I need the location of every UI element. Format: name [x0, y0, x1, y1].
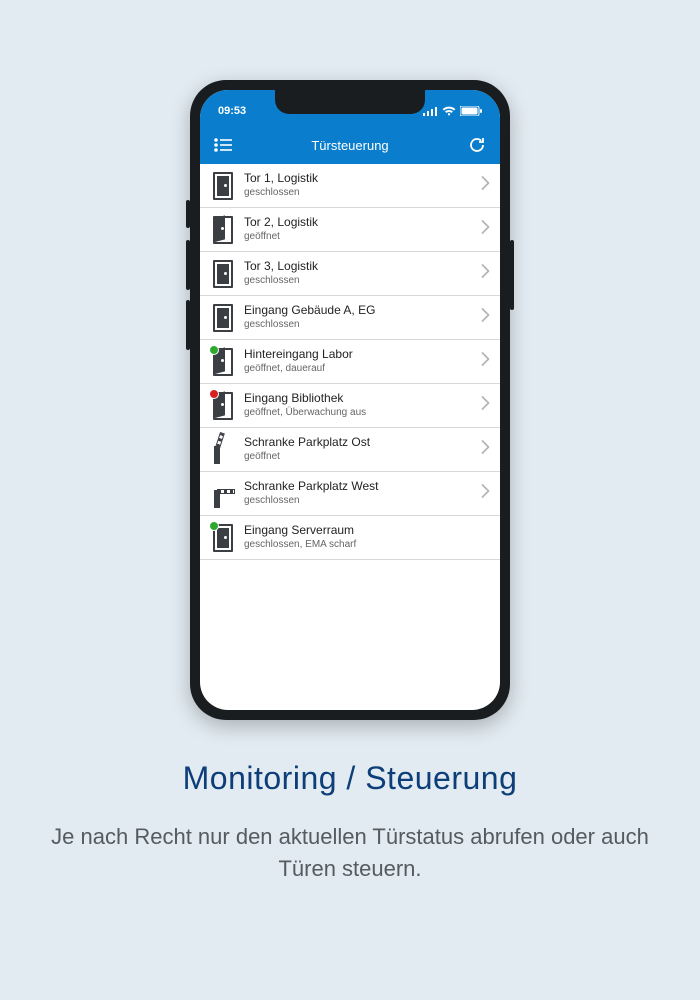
phone-side-button — [186, 300, 190, 350]
chevron-right-icon — [481, 484, 490, 503]
door-status: geschlossen — [244, 495, 477, 507]
door-status: geöffnet, dauerauf — [244, 363, 477, 375]
door-status: geschlossen, EMA scharf — [244, 539, 490, 551]
door-status: geschlossen — [244, 187, 477, 199]
chevron-right-icon — [481, 176, 490, 195]
door-title: Eingang Serverraum — [244, 524, 490, 538]
phone-side-button — [186, 200, 190, 228]
door-title: Tor 3, Logistik — [244, 260, 477, 274]
door-closed-icon — [208, 524, 238, 552]
door-title: Tor 2, Logistik — [244, 216, 477, 230]
nav-bar: Türsteuerung — [200, 126, 500, 164]
door-row[interactable]: Schranke Parkplatz Ostgeöffnet — [200, 428, 500, 472]
door-title: Hintereingang Labor — [244, 348, 477, 362]
door-title: Tor 1, Logistik — [244, 172, 477, 186]
phone-frame: 09:53 Türsteuerung — [190, 80, 510, 720]
menu-list-icon[interactable] — [212, 134, 234, 156]
door-closed-icon — [208, 260, 238, 288]
phone-notch — [275, 90, 425, 114]
caption-block: Monitoring / Steuerung Je nach Recht nur… — [0, 760, 700, 885]
refresh-icon[interactable] — [466, 134, 488, 156]
chevron-right-icon — [481, 220, 490, 239]
door-status: geöffnet, Überwachung aus — [244, 407, 477, 419]
caption-heading: Monitoring / Steuerung — [40, 760, 660, 797]
caption-body: Je nach Recht nur den aktuellen Türstatu… — [40, 821, 660, 885]
door-row[interactable]: Tor 1, Logistikgeschlossen — [200, 164, 500, 208]
door-title: Schranke Parkplatz Ost — [244, 436, 477, 450]
status-time: 09:53 — [218, 99, 246, 117]
door-row[interactable]: Schranke Parkplatz Westgeschlossen — [200, 472, 500, 516]
door-open-icon — [208, 392, 238, 420]
phone-side-button — [186, 240, 190, 290]
chevron-right-icon — [481, 264, 490, 283]
door-row[interactable]: Eingang Serverraumgeschlossen, EMA schar… — [200, 516, 500, 560]
door-title: Schranke Parkplatz West — [244, 480, 477, 494]
door-closed-icon — [208, 172, 238, 200]
chevron-right-icon — [481, 308, 490, 327]
signal-icon — [423, 106, 438, 116]
door-row[interactable]: Tor 3, Logistikgeschlossen — [200, 252, 500, 296]
barrier-closed-icon — [208, 480, 238, 508]
door-closed-icon — [208, 304, 238, 332]
door-open-icon — [208, 216, 238, 244]
door-row[interactable]: Tor 2, Logistikgeöffnet — [200, 208, 500, 252]
door-list: Tor 1, LogistikgeschlossenTor 2, Logisti… — [200, 164, 500, 560]
door-status: geöffnet — [244, 231, 477, 243]
chevron-right-icon — [481, 396, 490, 415]
door-status: geschlossen — [244, 319, 477, 331]
phone-side-button — [510, 240, 514, 310]
door-open-icon — [208, 348, 238, 376]
chevron-right-icon — [481, 352, 490, 371]
door-row[interactable]: Eingang Gebäude A, EGgeschlossen — [200, 296, 500, 340]
wifi-icon — [442, 106, 456, 116]
door-title: Eingang Gebäude A, EG — [244, 304, 477, 318]
door-title: Eingang Bibliothek — [244, 392, 477, 406]
door-row[interactable]: Hintereingang Laborgeöffnet, dauerauf — [200, 340, 500, 384]
nav-title: Türsteuerung — [234, 138, 466, 153]
chevron-right-icon — [481, 440, 490, 459]
door-status: geschlossen — [244, 275, 477, 287]
battery-icon — [460, 106, 482, 116]
door-status: geöffnet — [244, 451, 477, 463]
barrier-open-icon — [208, 436, 238, 464]
door-row[interactable]: Eingang Bibliothekgeöffnet, Überwachung … — [200, 384, 500, 428]
